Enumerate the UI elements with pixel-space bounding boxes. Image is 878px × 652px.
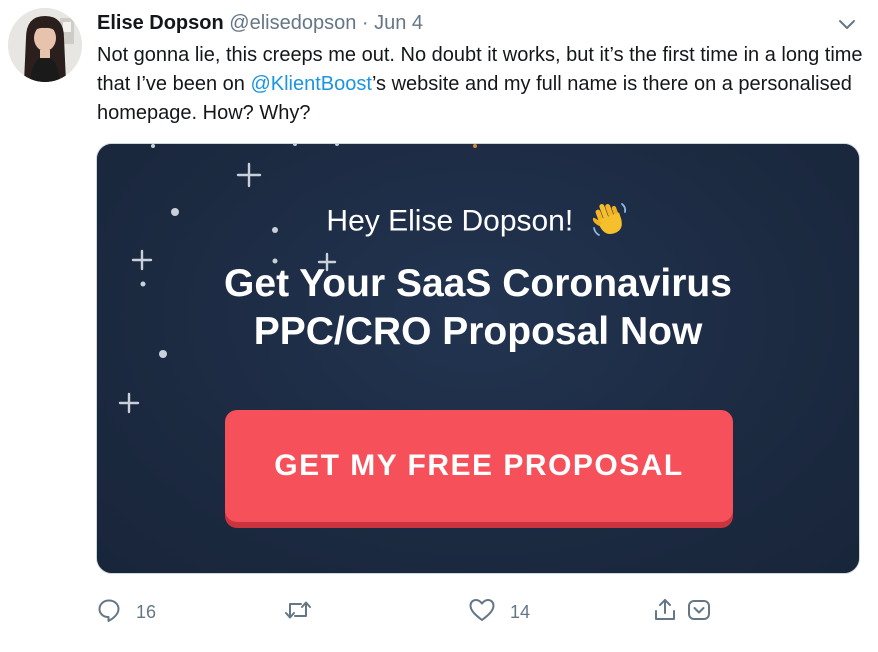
headline-line-1: Get Your SaaS Coronavirus [224, 262, 732, 305]
analytics-icon[interactable] [686, 597, 712, 628]
headline-line-2: PPC/CRO Proposal Now [253, 310, 703, 353]
author-display-name[interactable]: Elise Dopson [97, 12, 224, 34]
header-separator: · [361, 12, 369, 34]
share-action[interactable] [652, 596, 678, 628]
greeting-text: Hey Elise Dopson! [326, 204, 574, 238]
reply-action[interactable]: 16 [96, 596, 156, 628]
analytics-action[interactable] [686, 596, 712, 628]
like-action[interactable]: 14 [468, 596, 530, 628]
retweet-action[interactable] [284, 596, 326, 628]
media-headline: Get Your SaaS Coronavirus PPC/CRO Propos… [97, 260, 859, 356]
reply-count: 16 [136, 601, 157, 622]
get-free-proposal-button[interactable]: GET MY FREE PROPOSAL [225, 410, 733, 522]
tweet-date[interactable]: Jun 4 [374, 12, 423, 34]
author-handle[interactable]: @elisedopson [229, 12, 356, 34]
tweet-header: Elise Dopson @elisedopson · Jun 4 [97, 11, 423, 35]
tweet: Elise Dopson @elisedopson · Jun 4 Not go… [0, 0, 878, 652]
reply-icon[interactable] [96, 597, 122, 628]
media-greeting: Hey Elise Dopson! [97, 198, 859, 247]
avatar[interactable] [8, 8, 82, 82]
tweet-text: Not gonna lie, this creeps me out. No do… [97, 41, 867, 128]
tweet-media-image[interactable]: Hey Elise Dopson! Get Your SaaS Coronavi… [96, 143, 860, 574]
waving-hand-icon [590, 198, 630, 247]
mention-link[interactable]: @KlientBoost [250, 73, 371, 95]
tweet-actions: 16 14 [0, 596, 878, 628]
chevron-down-icon[interactable] [836, 13, 858, 35]
heart-icon[interactable] [468, 597, 496, 628]
retweet-icon[interactable] [284, 597, 312, 628]
share-icon[interactable] [652, 597, 678, 628]
like-count: 14 [510, 601, 531, 622]
